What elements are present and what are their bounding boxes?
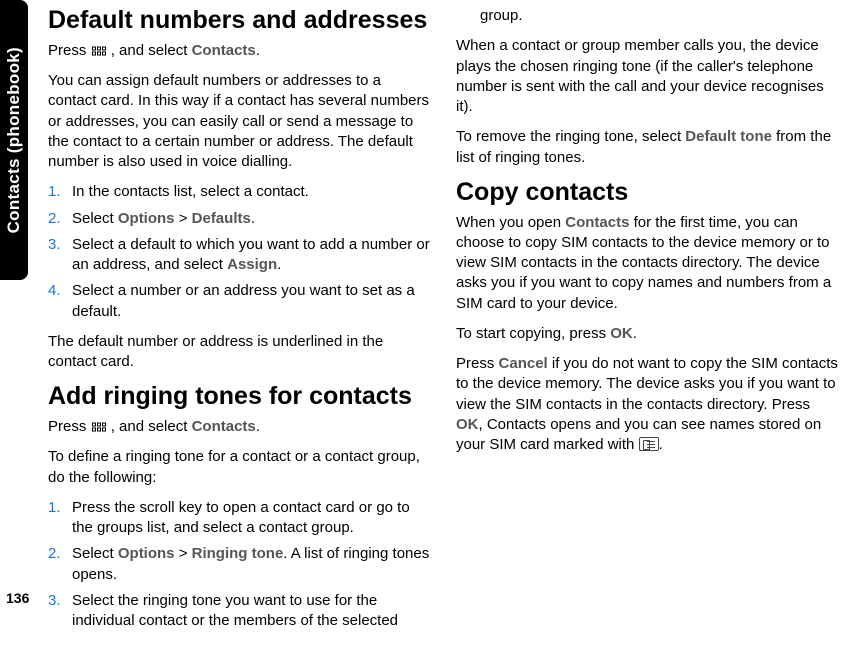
para-intro: You can assign default numbers or addres… bbox=[48, 71, 432, 172]
text: , and select bbox=[111, 42, 192, 59]
para-start-copying: To start copying, press OK. bbox=[456, 324, 840, 344]
heading-copy-contacts: Copy contacts bbox=[456, 178, 840, 207]
sim-card-icon bbox=[639, 437, 659, 451]
text: Press bbox=[48, 42, 91, 59]
step-1: 1. In the contacts list, select a contact… bbox=[48, 182, 432, 202]
text: Press bbox=[48, 418, 91, 435]
options-label: Options bbox=[118, 545, 175, 562]
press-line-1: Press , and select Contacts. bbox=[48, 41, 432, 61]
para-cancel: Press Cancel if you do not want to copy … bbox=[456, 354, 840, 455]
heading-ringing-tones: Add ringing tones for contacts bbox=[48, 382, 432, 411]
options-label: Options bbox=[118, 210, 175, 227]
para-when-calls: When a contact or group member calls you… bbox=[456, 36, 840, 117]
text: . bbox=[256, 418, 260, 435]
step-1: 1. Press the scroll key to open a contact… bbox=[48, 498, 432, 539]
text: . bbox=[256, 42, 260, 59]
para-open-contacts: When you open Contacts for the first tim… bbox=[456, 213, 840, 314]
para-remove-tone: To remove the ringing tone, select Defau… bbox=[456, 127, 840, 168]
text: To start copying, press bbox=[456, 325, 610, 342]
text: Select bbox=[72, 210, 118, 227]
default-tone-label: Default tone bbox=[685, 128, 772, 145]
step-number: 3. bbox=[48, 235, 61, 255]
section-side-tab: Contacts (phonebook) bbox=[0, 0, 28, 280]
step-number: 4. bbox=[48, 281, 61, 301]
defaults-label: Defaults bbox=[192, 210, 251, 227]
text: . bbox=[633, 325, 637, 342]
step-number: 2. bbox=[48, 544, 61, 564]
step-number: 1. bbox=[48, 498, 61, 518]
para-define-ringing: To define a ringing tone for a contact o… bbox=[48, 447, 432, 488]
page-content: Default numbers and addresses Press , an… bbox=[48, 6, 840, 644]
text: To remove the ringing tone, select bbox=[456, 128, 685, 145]
text: . bbox=[659, 436, 663, 453]
text: When you open bbox=[456, 214, 565, 231]
step-number: 2. bbox=[48, 209, 61, 229]
step-text: Press the scroll key to open a contact c… bbox=[72, 499, 410, 536]
step-text: In the contacts list, select a contact. bbox=[72, 183, 309, 200]
text: > bbox=[175, 545, 192, 562]
steps-default-numbers: 1. In the contacts list, select a contact… bbox=[48, 182, 432, 322]
text: . bbox=[277, 256, 281, 273]
contacts-label: Contacts bbox=[192, 418, 256, 435]
assign-label: Assign bbox=[227, 256, 277, 273]
press-line-2: Press , and select Contacts. bbox=[48, 417, 432, 437]
side-tab-label: Contacts (phonebook) bbox=[3, 47, 26, 233]
step-4: 4. Select a number or an address you want… bbox=[48, 281, 432, 322]
step-2: 2.Select Options > Ringing tone. A list … bbox=[48, 544, 432, 585]
home-key-icon bbox=[91, 418, 107, 430]
step-number: 1. bbox=[48, 182, 61, 202]
contacts-label: Contacts bbox=[565, 214, 629, 231]
step-number: 3. bbox=[48, 591, 61, 611]
ok-label: OK bbox=[610, 325, 633, 342]
contacts-label: Contacts bbox=[192, 42, 256, 59]
text: . bbox=[251, 210, 255, 227]
page-number: 136 bbox=[6, 589, 29, 608]
text: Select bbox=[72, 545, 118, 562]
step-3: 3.Select a default to which you want to … bbox=[48, 235, 432, 276]
step-2: 2. Select Options > Defaults. bbox=[48, 209, 432, 229]
cancel-label: Cancel bbox=[499, 355, 548, 372]
text: > bbox=[175, 210, 192, 227]
heading-default-numbers: Default numbers and addresses bbox=[48, 6, 432, 35]
text: Press bbox=[456, 355, 499, 372]
text: , and select bbox=[111, 418, 192, 435]
home-key-icon bbox=[91, 42, 107, 54]
para-underlined: The default number or address is underli… bbox=[48, 332, 432, 373]
step-text: Select a number or an address you want t… bbox=[72, 282, 415, 319]
ok-label: OK bbox=[456, 416, 479, 433]
ringing-tone-label: Ringing tone bbox=[192, 545, 284, 562]
